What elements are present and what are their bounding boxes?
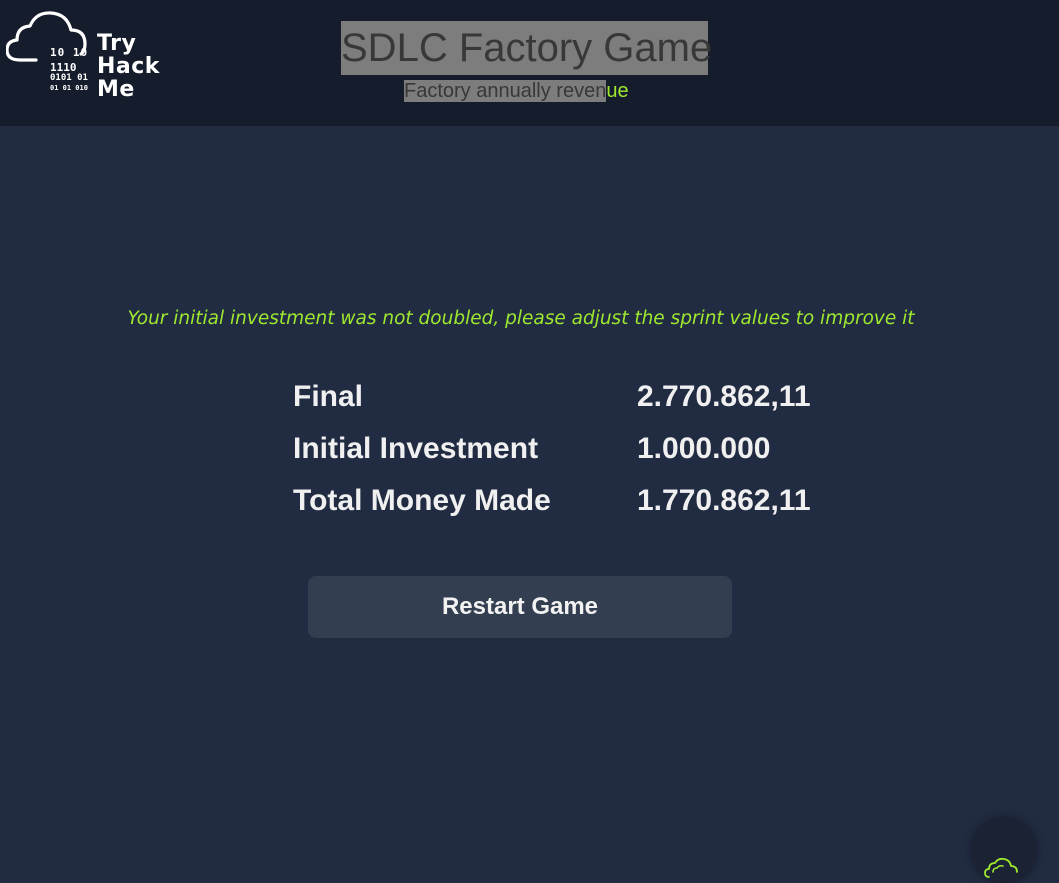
result-row-total-money-made: Total Money Made 1.770.862,11 — [293, 478, 853, 530]
result-label: Initial Investment — [293, 432, 539, 465]
logo-bits-line: 1110 — [50, 61, 77, 74]
results-table: Final 2.770.862,11 Initial Investment 1.… — [293, 374, 853, 530]
result-value: 1.770.862,11 — [637, 484, 811, 517]
restart-game-button[interactable]: Restart Game — [308, 576, 732, 638]
result-row-initial-investment: Initial Investment 1.000.000 — [293, 426, 853, 478]
logo-bits-line: 10 10 — [50, 46, 89, 59]
result-message: Your initial investment was not doubled,… — [127, 308, 915, 329]
title-block: SDLC Factory Game Factory annually reven… — [341, 21, 712, 102]
result-row-final: Final 2.770.862,11 — [293, 374, 853, 426]
logo-text-line: Hack — [97, 54, 160, 79]
subtitle-tail-text: ue — [606, 80, 629, 102]
page-title: SDLC Factory Game — [341, 21, 712, 75]
tryhackme-logo[interactable]: 10 10 1110 0101 01 01 01 010 Try Hack Me — [6, 10, 171, 105]
result-label: Final — [293, 380, 364, 413]
result-label: Total Money Made — [293, 484, 551, 517]
logo-text-line: Try — [97, 31, 137, 56]
logo-bits-line: 0101 01 — [50, 73, 88, 83]
header: 10 10 1110 0101 01 01 01 010 Try Hack Me… — [0, 0, 1059, 126]
result-value: 2.770.862,11 — [637, 380, 811, 413]
floating-chat-button[interactable] — [971, 817, 1037, 883]
logo-wordmark: Try Hack Me — [97, 32, 160, 101]
logo-text-line: Me — [97, 77, 135, 102]
result-value: 1.000.000 — [637, 432, 771, 465]
logo-bits-line: 01 01 010 — [50, 84, 88, 92]
subtitle-highlighted-text: Factory annually reven — [404, 80, 607, 102]
page-subtitle: Factory annually revenue — [404, 79, 629, 103]
